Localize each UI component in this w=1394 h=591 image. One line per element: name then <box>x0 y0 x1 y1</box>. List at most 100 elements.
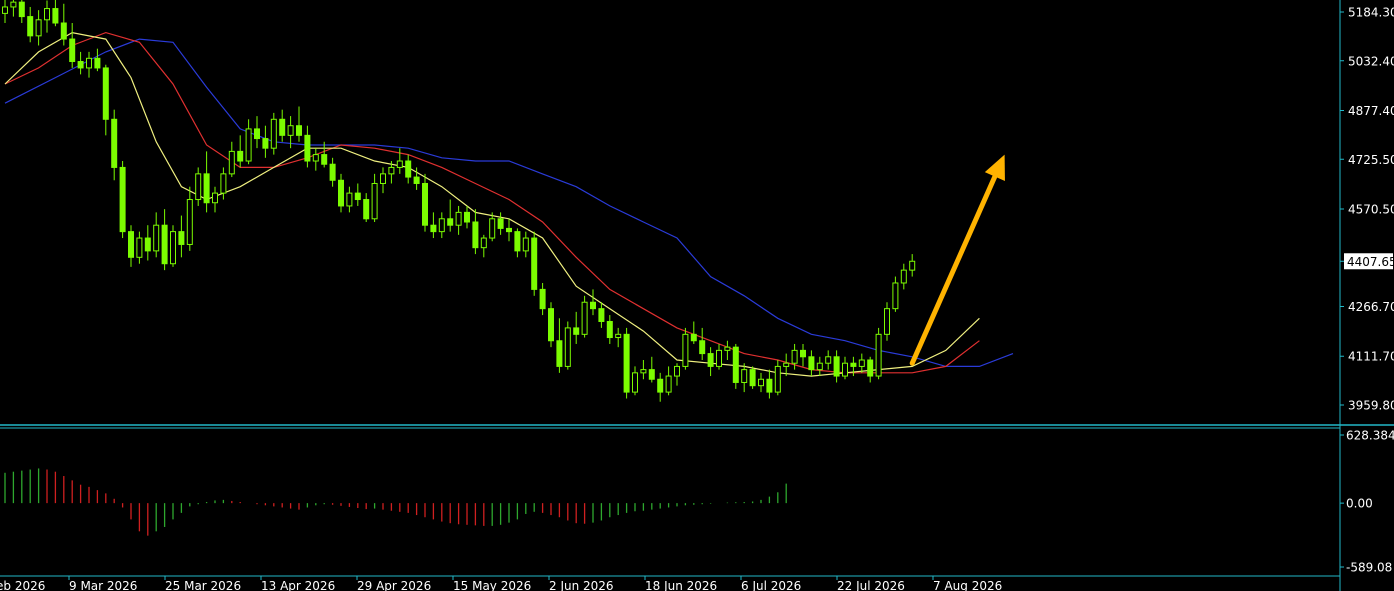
candle-body-down <box>203 173 210 204</box>
candle-body-down <box>69 38 76 63</box>
candle-body-down <box>321 154 328 165</box>
candle-body-up <box>489 218 496 239</box>
candle-body-up <box>153 224 160 252</box>
candle-body-up <box>312 154 319 162</box>
candle <box>564 321 571 370</box>
candle <box>581 295 588 338</box>
candle-body-up <box>195 173 202 201</box>
candle <box>623 327 630 399</box>
candle-body-down <box>808 356 815 371</box>
candle-body-down <box>111 118 118 168</box>
candle-body-down <box>262 138 269 149</box>
candle <box>270 112 277 155</box>
candle-body-up <box>270 118 277 149</box>
candle-body-down <box>422 182 428 226</box>
price-tick-label: 4877.40 <box>1348 104 1394 118</box>
candle-body-down <box>531 237 538 290</box>
candle-body-up <box>35 19 42 37</box>
time-tick-label: 25 Mar 2026 <box>165 579 241 591</box>
oscillator-tick-label: 628.384 <box>1346 429 1394 443</box>
oscillator-tick-label: -589.08 <box>1346 561 1392 575</box>
time-tick-label: 13 Apr 2026 <box>261 579 335 591</box>
oscillator-tick-label: 0.00 <box>1346 497 1373 511</box>
candle-body-up <box>371 182 378 220</box>
candle-body-down <box>598 308 605 322</box>
candle-body-up <box>245 128 252 162</box>
candle-body-up <box>858 359 865 367</box>
candle-body-down <box>707 353 714 367</box>
price-axis: 5184.30 5032.40 4877.40 4725.50 4570.50 4407.… <box>1340 6 1394 413</box>
time-tick-label: eb 2026 <box>0 579 45 591</box>
candle-body-down <box>690 333 697 342</box>
candle-body-up <box>287 125 294 136</box>
candle-body-down <box>354 192 361 201</box>
candle-body-down <box>254 128 260 140</box>
candle <box>119 161 126 239</box>
candle-body-down <box>405 160 412 178</box>
candle-body-up <box>900 269 907 284</box>
candle-body-up <box>170 231 176 265</box>
candle-body-down <box>556 340 563 367</box>
candle-body-down <box>573 327 580 335</box>
candle-body-up <box>741 369 748 383</box>
candle-body-up <box>388 166 395 175</box>
price-tick-label: 4111.70 <box>1348 350 1394 364</box>
candle-body-up <box>884 308 890 335</box>
candle-body-up <box>581 301 588 335</box>
candle-body-down <box>60 22 67 40</box>
price-tick-label: 4570.50 <box>1348 202 1394 216</box>
candle-body-up <box>455 211 462 226</box>
candle-body-down <box>119 166 126 233</box>
candle <box>732 343 739 389</box>
candle-body-up <box>615 333 622 339</box>
candle-body-down <box>623 333 630 393</box>
candle-body-up <box>438 218 445 233</box>
candle-body-down <box>732 346 739 383</box>
candle <box>749 366 756 389</box>
price-tick-label: 4266.70 <box>1348 300 1394 314</box>
candle-body-up <box>774 365 781 393</box>
candle <box>531 231 538 296</box>
candle-body-down <box>464 211 470 223</box>
candle-body-up <box>346 192 353 207</box>
candle-body-down <box>850 362 857 367</box>
candle-body-down <box>144 237 151 252</box>
candle-body-up <box>716 349 722 367</box>
candle-body-down <box>363 199 370 220</box>
time-tick-label: 29 Apr 2026 <box>357 579 431 591</box>
candle-body-up <box>564 327 571 367</box>
candle-body-down <box>279 118 286 136</box>
candle-body-up <box>380 173 386 184</box>
candle-body-up <box>186 199 193 245</box>
candle <box>682 327 689 370</box>
candle-body-down <box>52 8 59 24</box>
candle-body-down <box>497 218 504 229</box>
candle-body-down <box>237 150 244 162</box>
candle-body-down <box>867 359 874 377</box>
candle-body-up <box>212 192 218 204</box>
candle-body-up <box>783 362 790 367</box>
price-tick-label: 5032.40 <box>1348 54 1394 68</box>
candle-body-up <box>632 372 638 393</box>
candle <box>170 225 176 267</box>
time-tick-label: 9 Mar 2026 <box>69 579 137 591</box>
candle-body-down <box>18 1 25 18</box>
candle-body-up <box>44 8 50 21</box>
candle-body-down <box>657 378 664 393</box>
candle-body-down <box>749 369 756 387</box>
candle-body-down <box>800 349 806 358</box>
candle <box>548 302 554 348</box>
time-tick-label: 22 Jul 2026 <box>837 579 905 591</box>
candle-body-up <box>892 282 899 310</box>
candle-body-down <box>606 320 613 339</box>
candle-body-up <box>640 369 647 374</box>
price-chart[interactable]: 5184.30 5032.40 4877.40 4725.50 4570.50 4407.… <box>0 0 1394 591</box>
candle-body-down <box>102 67 109 120</box>
candle-body-down <box>472 221 479 249</box>
candle-body-up <box>875 333 882 377</box>
current-price-label: 4407.65 <box>1347 255 1394 269</box>
candle-body-up <box>842 362 848 377</box>
candle-body-down <box>128 231 134 258</box>
candle-body-up <box>220 173 227 194</box>
price-tick-label: 5184.30 <box>1348 6 1394 20</box>
